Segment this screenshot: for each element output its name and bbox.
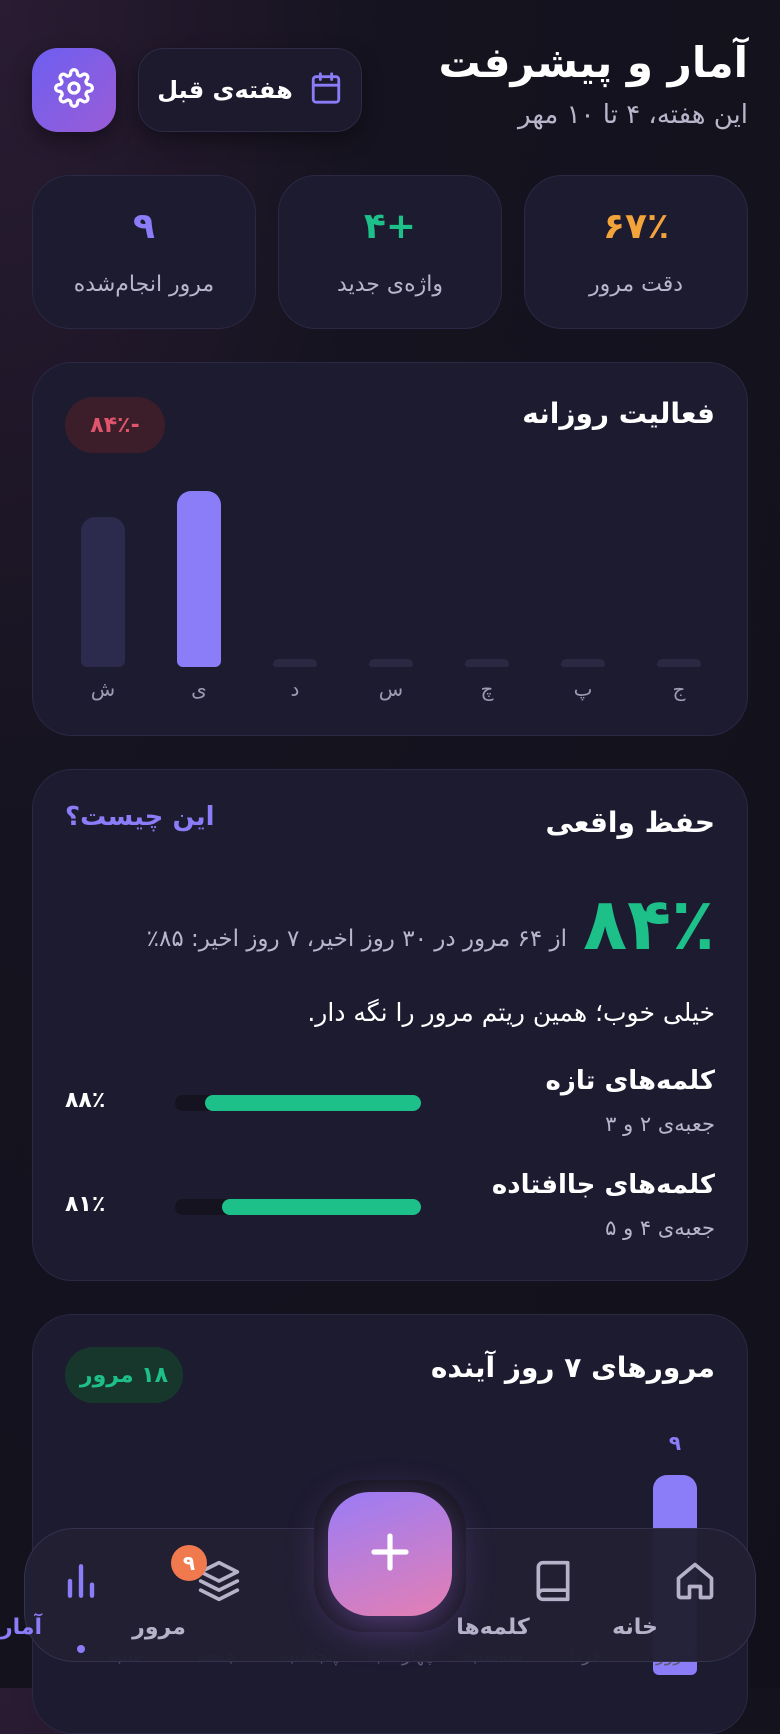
add-button[interactable] (328, 1492, 452, 1616)
row-settled-percent: ۸۱٪ (65, 1192, 106, 1217)
stat-value: ۹ (133, 206, 155, 247)
stat-card-reviews-done: ۹ مرور انجام‌شده (32, 175, 256, 329)
stat-label: دقت مرور (588, 272, 684, 297)
change-badge: -۸۴٪ (65, 397, 165, 453)
bar-chart-icon (59, 1559, 103, 1607)
row-settled-title: کلمه‌های جاافتاده (491, 1170, 715, 1200)
upcoming-badge: ۱۸ مرور (65, 1347, 183, 1403)
plus-icon (366, 1528, 414, 1580)
daily-activity-card: فعالیت روزانه -۸۴٪ ش ی د س چ پ ج (32, 362, 748, 736)
daily-bar (273, 659, 317, 667)
row-settled-sub: جعبه‌ی ۴ و ۵ (605, 1216, 715, 1240)
page-subtitle: این هفته، ۴ تا ۱۰ مهر (518, 100, 748, 130)
stat-card-new-words: +۴ واژه‌ی جدید (278, 175, 502, 329)
upcoming-first-value: ۹ (668, 1431, 682, 1455)
nav-words[interactable]: کلمه‌ها (456, 1529, 613, 1663)
nav-home[interactable]: خانه (612, 1529, 755, 1663)
retention-card: حفظ واقعی این چیست؟ ۸۴٪ از ۶۴ مرور در ۳۰… (32, 769, 748, 1281)
row-fresh-track (175, 1095, 421, 1111)
daily-day-label: د (290, 677, 300, 701)
stat-card-accuracy: ۶۷٪ دقت مرور (524, 175, 748, 329)
retention-title: حفظ واقعی (545, 806, 715, 839)
daily-bar (177, 491, 221, 667)
daily-day-label: ج (672, 677, 686, 701)
daily-activity-title: فعالیت روزانه (522, 397, 715, 430)
retention-big-value: ۸۴٪ (583, 882, 715, 966)
row-fresh-percent: ۸۸٪ (65, 1088, 106, 1113)
daily-day-label: س (378, 677, 404, 701)
active-indicator (77, 1645, 85, 1653)
nav-stats[interactable]: آمار (0, 1529, 141, 1663)
retention-detail: از ۶۴ مرور در ۳۰ روز اخیر، ۷ روز اخیر: ۸… (146, 926, 567, 952)
row-fresh-sub: جعبه‌ی ۲ و ۳ (605, 1112, 715, 1136)
daily-day-label: چ (480, 677, 494, 701)
upcoming-title: مرورهای ۷ روز آینده (430, 1351, 715, 1384)
what-is-this-link[interactable]: این چیست؟ (65, 802, 215, 832)
stat-label: واژه‌ی جدید (337, 272, 443, 297)
row-settled-fill (222, 1199, 421, 1215)
row-fresh-fill (205, 1095, 421, 1111)
calendar-icon (309, 71, 343, 109)
daily-bar (369, 659, 413, 667)
row-fresh-title: کلمه‌های تازه (545, 1066, 715, 1096)
daily-day-label: ش (90, 677, 116, 701)
book-icon (531, 1559, 575, 1607)
stat-value: +۴ (363, 206, 417, 247)
daily-bar (657, 659, 701, 667)
nav-stats-label: آمار (0, 1615, 43, 1640)
stat-value: ۶۷٪ (603, 206, 669, 247)
stat-label: مرور انجام‌شده (73, 272, 215, 297)
retention-message: خیلی خوب؛ همین ریتم مرور را نگه دار. (307, 998, 715, 1027)
daily-bar (465, 659, 509, 667)
previous-week-label: هفته‌ی قبل (157, 76, 293, 104)
daily-bar (561, 659, 605, 667)
daily-bar (81, 517, 125, 667)
review-count-badge: ۹ (171, 1545, 207, 1581)
nav-words-label: کلمه‌ها (456, 1615, 530, 1640)
page-title: آمار و پیشرفت (438, 38, 748, 87)
gear-icon (54, 68, 94, 112)
settings-button[interactable] (32, 48, 116, 132)
daily-day-label: پ (573, 677, 593, 701)
nav-review[interactable]: ۹ مرور (132, 1529, 279, 1663)
home-icon (673, 1559, 717, 1607)
row-settled-track (175, 1199, 421, 1215)
daily-day-label: ی (191, 677, 207, 701)
previous-week-button[interactable]: هفته‌ی قبل (138, 48, 362, 132)
